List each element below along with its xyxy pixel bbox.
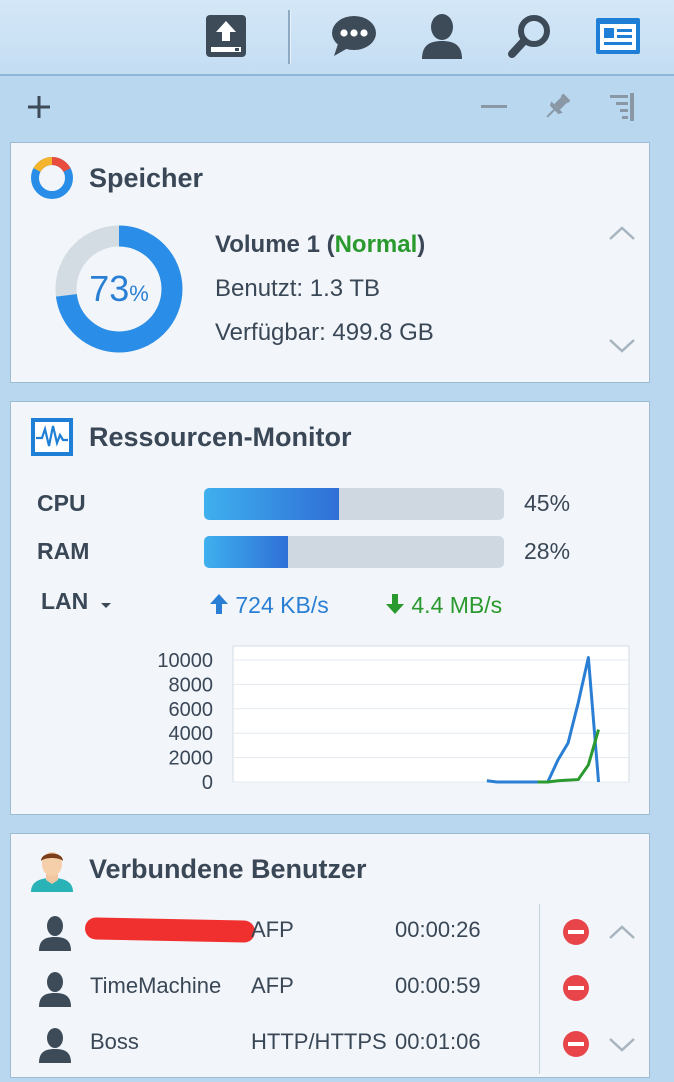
cpu-label: CPU bbox=[37, 490, 86, 516]
connected-users-widget: Verbundene Benutzer AFP 00:00:26 TimeMac… bbox=[10, 833, 650, 1078]
y-tick-label: 6000 bbox=[169, 699, 214, 721]
lan-upload: 724 KB/s bbox=[209, 592, 329, 619]
usage-percent: 73% bbox=[53, 223, 185, 355]
top-bar bbox=[0, 0, 674, 76]
chart-plot-area bbox=[232, 645, 630, 783]
user-icon[interactable] bbox=[418, 12, 466, 60]
cpu-bar-fill bbox=[204, 488, 339, 520]
storage-widget: Speicher 73% Volume 1 (Normal) Benutzt: … bbox=[10, 142, 650, 383]
upload-arrow-icon bbox=[210, 594, 228, 614]
network-chart: 100008000 60004000 2000 0 bbox=[157, 645, 630, 789]
volume-label-close: ) bbox=[417, 231, 426, 258]
widget-toolbar bbox=[0, 78, 674, 136]
volume-available: Verfügbar: 499.8 GB bbox=[215, 319, 434, 346]
upload-icon[interactable] bbox=[202, 12, 250, 60]
y-tick-label: 10000 bbox=[157, 650, 213, 672]
volume-name: Volume 1 (Normal) bbox=[215, 231, 425, 259]
ram-value: 28% bbox=[524, 538, 571, 564]
user-duration: 00:00:59 bbox=[395, 973, 481, 998]
user-row: AFP 00:00:26 bbox=[11, 905, 651, 959]
chevron-down-icon[interactable] bbox=[605, 333, 639, 357]
toolbar-separator bbox=[288, 10, 290, 64]
disconnect-icon[interactable] bbox=[562, 1030, 590, 1058]
lan-upload-value: 724 KB/s bbox=[235, 592, 329, 618]
cpu-value: 45% bbox=[524, 490, 571, 516]
lan-download-value: 4.4 MB/s bbox=[411, 592, 503, 618]
lan-dropdown[interactable]: LAN bbox=[41, 588, 113, 618]
user-row: TimeMachine AFP 00:00:59 bbox=[11, 961, 651, 1015]
caret-down-icon bbox=[100, 602, 111, 608]
user-row: Boss HTTP/HTTPS 00:01:06 bbox=[11, 1017, 651, 1071]
chevron-up-icon[interactable] bbox=[605, 920, 639, 944]
user-icon bbox=[39, 1028, 71, 1063]
y-tick-label: 8000 bbox=[169, 674, 214, 696]
y-tick-label: 4000 bbox=[169, 723, 214, 745]
lan-label: LAN bbox=[41, 588, 89, 614]
chevron-down-icon[interactable] bbox=[605, 1032, 639, 1056]
ram-bar-fill bbox=[204, 536, 288, 568]
user-duration: 00:01:06 bbox=[395, 1029, 481, 1054]
user-duration: 00:00:26 bbox=[395, 917, 481, 942]
add-icon[interactable] bbox=[22, 90, 56, 124]
ram-bar bbox=[204, 536, 504, 568]
cpu-bar bbox=[204, 488, 504, 520]
user-name: Boss bbox=[90, 1029, 139, 1054]
minimize-icon[interactable] bbox=[477, 90, 511, 124]
user-icon bbox=[39, 916, 71, 951]
volume-status: Normal bbox=[334, 231, 418, 258]
user-protocol: AFP bbox=[251, 973, 294, 998]
redaction-mark bbox=[84, 917, 256, 943]
chat-icon[interactable] bbox=[330, 12, 378, 60]
storage-icon bbox=[31, 157, 73, 199]
resource-monitor-title: Ressourcen-Monitor bbox=[89, 422, 352, 452]
pin-icon[interactable] bbox=[540, 90, 574, 124]
volume-label: Volume 1 ( bbox=[215, 231, 335, 258]
widgets-icon[interactable] bbox=[594, 12, 642, 60]
search-icon[interactable] bbox=[506, 12, 554, 60]
download-arrow-icon bbox=[386, 594, 404, 614]
connected-user-avatar-icon bbox=[31, 852, 73, 892]
user-name: TimeMachine bbox=[90, 973, 222, 998]
y-tick-label: 0 bbox=[202, 772, 213, 789]
disconnect-icon[interactable] bbox=[562, 918, 590, 946]
storage-title: Speicher bbox=[89, 163, 204, 193]
chevron-up-icon[interactable] bbox=[605, 221, 639, 245]
panel-settings-icon[interactable] bbox=[604, 90, 638, 124]
resource-monitor-icon bbox=[31, 418, 73, 456]
disconnect-icon[interactable] bbox=[562, 974, 590, 1002]
connected-users-title: Verbundene Benutzer bbox=[89, 854, 367, 884]
user-protocol: HTTP/HTTPS bbox=[251, 1029, 387, 1054]
y-tick-label: 2000 bbox=[169, 748, 214, 770]
usage-percent-unit: % bbox=[129, 281, 149, 306]
user-icon bbox=[39, 972, 71, 1007]
user-protocol: AFP bbox=[251, 917, 294, 942]
usage-percent-value: 73 bbox=[89, 268, 130, 309]
resource-monitor-widget: Ressourcen-Monitor CPU 45% RAM 28% LAN 7… bbox=[10, 401, 650, 815]
volume-used: Benutzt: 1.3 TB bbox=[215, 275, 380, 302]
ram-label: RAM bbox=[37, 538, 90, 564]
lan-download: 4.4 MB/s bbox=[385, 592, 502, 619]
